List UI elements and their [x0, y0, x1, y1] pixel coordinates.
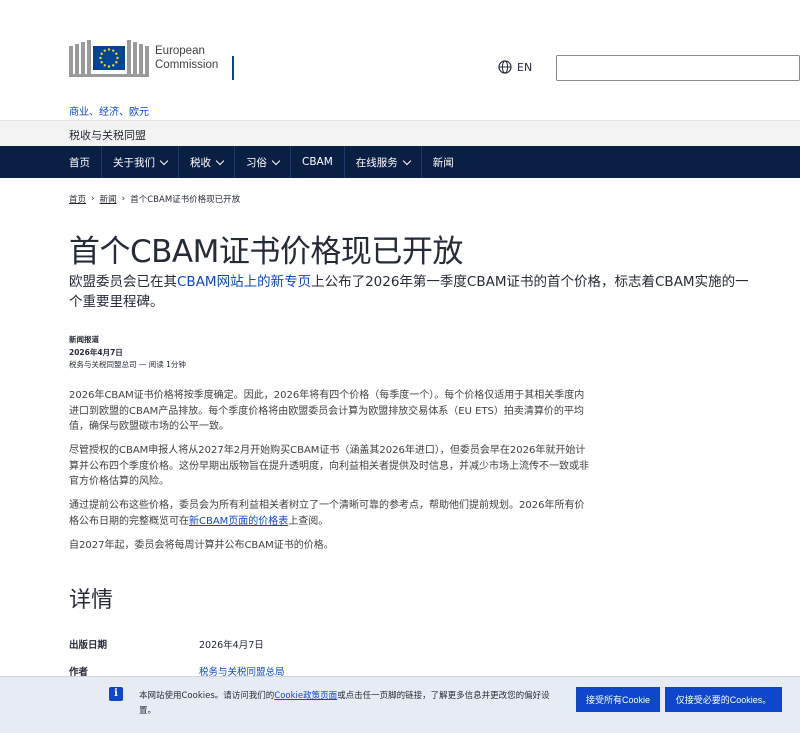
chevron-down-icon	[159, 156, 169, 165]
accept-all-cookies-button[interactable]: 接受所有Cookie	[576, 687, 660, 712]
nav-label: 首页	[69, 156, 90, 169]
lead-text: 欧盟委员会已在其	[69, 274, 177, 290]
nav-item-taxation[interactable]: 税收	[179, 146, 235, 178]
article-lead: 欧盟委员会已在其CBAM网站上的新专页上公布了2026年第一季度CBAM证书的首…	[69, 272, 749, 312]
article-date: 2026年4月7日	[69, 347, 123, 357]
logo-line-1: European	[155, 45, 205, 57]
nav-label: 在线服务	[355, 156, 398, 169]
eu-star	[116, 56, 119, 60]
search-input[interactable]	[556, 55, 800, 81]
european-commission-logo[interactable]: European Commission	[69, 38, 218, 78]
language-selector[interactable]: EN	[498, 60, 532, 74]
eu-star	[112, 49, 115, 52]
detail-row: 出版日期 2026年4月7日	[69, 630, 285, 657]
nav-item-cbam[interactable]: CBAM	[291, 146, 345, 178]
nav-item-news[interactable]: 新闻	[422, 146, 465, 178]
chevron-down-icon	[215, 156, 225, 165]
logo-text: European Commission	[155, 44, 218, 72]
eu-star	[107, 48, 111, 51]
article-type: 新闻报道	[69, 335, 99, 344]
paragraph-text: 上查阅。	[288, 515, 329, 527]
chevron-down-icon	[402, 156, 412, 165]
nav-label: CBAM	[302, 156, 333, 168]
eu-star	[115, 61, 118, 64]
nav-label: 关于我们	[113, 156, 155, 169]
detail-value: 2026年4月7日	[199, 639, 264, 651]
nav-item-home[interactable]: 首页	[58, 146, 102, 178]
globe-icon	[498, 60, 512, 74]
cookie-policy-link[interactable]: Cookie政策页面	[274, 691, 337, 701]
language-code: EN	[517, 60, 533, 74]
eu-flag-logo-icon	[69, 40, 149, 77]
price-table-link[interactable]: 新CBAM页面的价格表	[189, 516, 288, 527]
nav-label: 税收	[190, 156, 211, 169]
paragraph: 2026年CBAM证书价格将按季度确定。因此，2026年将有四个价格（每季度一个…	[69, 390, 585, 432]
details-heading: 详情	[69, 588, 114, 613]
nav-item-about[interactable]: 关于我们	[102, 146, 179, 178]
logo-line-2: Commission	[155, 59, 219, 71]
parent-site-link[interactable]: 商业、经济、欧元	[69, 103, 149, 118]
main-navigation: 首页 关于我们 税收 习俗 CBAM 在线服务 新闻	[0, 146, 800, 178]
nav-item-customs[interactable]: 习俗	[235, 146, 291, 178]
eu-star	[100, 52, 103, 55]
cbam-page-link[interactable]: CBAM网站上的新专页	[177, 274, 311, 290]
breadcrumb-home[interactable]: 首页	[69, 193, 86, 205]
page-title: 首个CBAM证书价格现已开放	[69, 234, 463, 270]
paragraph: 通过提前公布这些价格，委员会为所有利益相关者树立了一个清晰可靠的参考点，帮助他们…	[69, 498, 594, 529]
logo-divider	[232, 56, 234, 80]
eu-star	[112, 64, 115, 67]
accept-necessary-cookies-button[interactable]: 仅接受必要的Cookies。	[665, 687, 782, 712]
detail-label: 出版日期	[69, 639, 108, 651]
chevron-right-icon: ›	[91, 194, 95, 204]
eu-star	[99, 56, 102, 60]
eu-star	[103, 64, 106, 67]
site-name-bar: 税收与关税同盟	[0, 120, 800, 146]
site-name[interactable]: 税收与关税同盟	[69, 127, 146, 143]
eu-star	[107, 65, 111, 68]
cookie-text: 本网站使用Cookies。请访问我们的	[139, 691, 275, 701]
article-author-line: 税务与关税同盟总司 — 阅读 1分钟	[69, 360, 186, 369]
paragraph: 自2027年起，委员会将每周计算并公布CBAM证书的价格。	[69, 539, 334, 551]
chevron-right-icon: ›	[121, 194, 126, 204]
eu-star	[115, 52, 118, 55]
chevron-down-icon	[271, 156, 281, 165]
info-icon: i	[109, 687, 123, 701]
nav-item-online-services[interactable]: 在线服务	[345, 146, 422, 178]
cookie-message: 本网站使用Cookies。请访问我们的Cookie政策页面或点击任一页脚的链接，…	[139, 689, 559, 719]
breadcrumb: 首页 › 新闻 › 首个CBAM证书价格现已开放	[69, 193, 240, 205]
eu-star	[100, 61, 103, 64]
article-body: 2026年CBAM证书价格将按季度确定。因此，2026年将有四个价格（每季度一个…	[69, 388, 594, 562]
site-header: European Commission EN 商业、经济、欧元	[0, 0, 800, 120]
breadcrumb-current: 首个CBAM证书价格现已开放	[130, 195, 241, 205]
breadcrumb-news[interactable]: 新闻	[100, 193, 117, 205]
eu-star	[103, 49, 106, 52]
nav-label: 新闻	[432, 156, 454, 169]
article-meta: 新闻报道 2026年4月7日 税务与关税同盟总司 — 阅读 1分钟	[69, 334, 186, 372]
nav-label: 习俗	[246, 156, 267, 169]
paragraph: 尽管授权的CBAM申报人将从2027年2月开始购买CBAM证书（涵盖其2026年…	[69, 445, 589, 487]
